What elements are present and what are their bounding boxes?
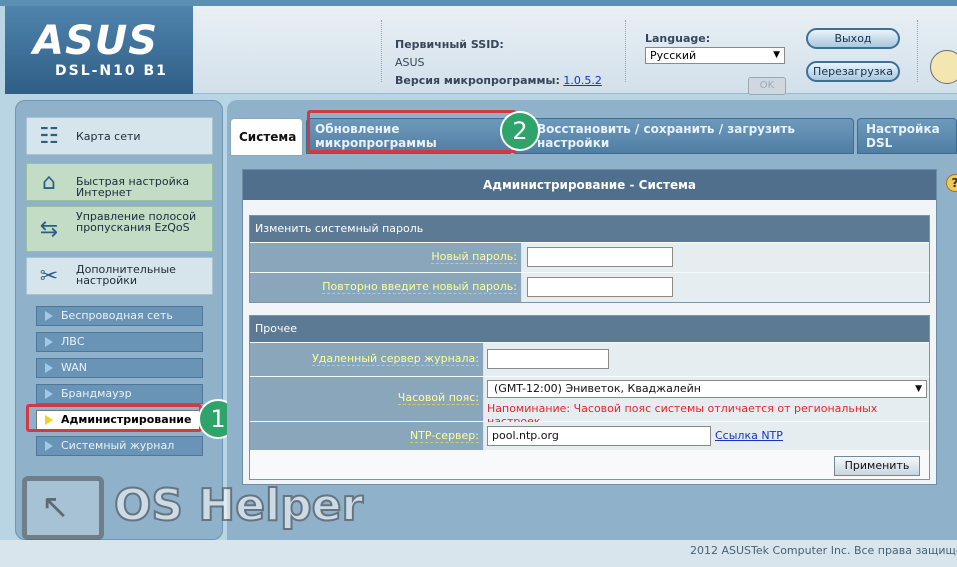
- firmware-label: Версия микропрограммы:: [395, 74, 560, 87]
- watermark-text: OS Helper: [113, 479, 364, 532]
- timezone-row: Часовой пояс: (GMT-12:00) Эниветок, Квад…: [250, 377, 929, 428]
- network-map-icon: ☷: [39, 124, 59, 149]
- sidebar-item-label: Дополнительные настройки: [76, 263, 176, 287]
- header: ASUS DSL-N10 B1 Первичный SSID: ASUS Вер…: [5, 6, 957, 95]
- annotation-number-2: 2: [500, 111, 540, 151]
- sidebar-item-label: Управление полосой пропускания EzQoS: [76, 210, 197, 234]
- asus-logo: ASUS: [33, 18, 159, 64]
- sidebar-item-quick-setup[interactable]: ⌂ Быстрая настройка Интернет: [26, 163, 213, 201]
- sidebar-item-label: WAN: [61, 361, 88, 374]
- help-icon[interactable]: ?: [946, 174, 957, 192]
- tab-restore-save-upload[interactable]: Восстановить / сохранить / загрузить нас…: [514, 118, 854, 154]
- log-server-input[interactable]: [487, 349, 609, 369]
- language-select[interactable]: Русский ▼: [645, 47, 785, 64]
- sidebar-item-firewall[interactable]: Брандмауэр: [36, 384, 203, 404]
- dropdown-arrow-icon: ▼: [773, 50, 780, 60]
- ssid-label: Первичный SSID:: [395, 38, 504, 51]
- sidebar-item-label: Беспроводная сеть: [61, 309, 173, 322]
- section-header: Прочее: [250, 316, 929, 342]
- sidebar-item-wan[interactable]: WAN: [36, 358, 203, 378]
- logo-area: ASUS DSL-N10 B1: [5, 6, 193, 94]
- language-block: Language: Русский ▼ OK: [645, 32, 786, 95]
- tab-dsl-settings[interactable]: Настройка DSL: [857, 118, 957, 154]
- apply-button[interactable]: Применить: [834, 456, 920, 476]
- arrow-right-icon: [45, 441, 53, 451]
- ssid-info: Первичный SSID: ASUS Версия микропрограм…: [395, 36, 602, 90]
- timezone-value: (GMT-12:00) Эниветок, Кваджалейн: [494, 382, 701, 395]
- copyright-footer: 2012 ASUSTek Computer Inc. Все права защ…: [690, 544, 957, 557]
- log-server-row: Удаленный сервер журнала:: [250, 343, 929, 376]
- arrow-right-icon: [45, 337, 53, 347]
- dropdown-arrow-icon: ▼: [915, 384, 922, 394]
- sidebar: ☷ Карта сети ⌂ Быстрая настройка Интерне…: [15, 100, 223, 540]
- log-server-label: Удаленный сервер журнала:: [312, 352, 479, 366]
- arrow-right-icon: [45, 311, 53, 321]
- password-section: Изменить системный пароль Новый пароль: …: [249, 215, 930, 303]
- header-separator: [917, 20, 918, 82]
- sidebar-item-network-map[interactable]: ☷ Карта сети: [26, 117, 213, 155]
- sidebar-item-wireless[interactable]: Беспроводная сеть: [36, 306, 203, 326]
- sidebar-item-lan[interactable]: ЛВС: [36, 332, 203, 352]
- qos-icon: ⇆: [39, 217, 59, 242]
- section-header: Изменить системный пароль: [250, 216, 929, 242]
- model-name: DSL-N10 B1: [55, 63, 168, 79]
- header-separator: [625, 20, 626, 82]
- watermark-logo-icon: ↖: [22, 476, 104, 540]
- annotation-highlight-administration: [26, 404, 202, 432]
- sidebar-item-label: ЛВС: [61, 335, 85, 348]
- new-password-row: Новый пароль:: [250, 243, 929, 272]
- annotation-highlight-firmware-tab: [307, 110, 517, 153]
- ssid-value: ASUS: [395, 56, 425, 69]
- sidebar-item-advanced[interactable]: ✂ Дополнительные настройки: [26, 257, 213, 295]
- tools-icon: ✂: [39, 264, 59, 289]
- ntp-row: NTP-сервер: pool.ntp.org Ссылка NTP: [250, 422, 929, 450]
- ntp-server-input[interactable]: pool.ntp.org: [487, 426, 711, 446]
- reboot-button[interactable]: Перезагрузка: [806, 61, 900, 82]
- panel-title: Администрирование - Система: [243, 170, 936, 200]
- repeat-password-label: Повторно введите новый пароль:: [322, 280, 517, 294]
- language-value: Русский: [650, 49, 697, 62]
- avatar-icon: [930, 50, 957, 84]
- repeat-password-row: Повторно введите новый пароль:: [250, 273, 929, 302]
- sidebar-item-label: Брандмауэр: [61, 387, 132, 400]
- timezone-label: Часовой пояс:: [397, 391, 479, 405]
- sidebar-item-system-log[interactable]: Системный журнал: [36, 436, 203, 456]
- arrow-right-icon: [45, 363, 53, 373]
- sidebar-item-label: Системный журнал: [61, 439, 175, 452]
- ntp-label: NTP-сервер:: [409, 429, 479, 443]
- admin-panel: Администрирование - Система Изменить сис…: [242, 169, 937, 485]
- timezone-select[interactable]: (GMT-12:00) Эниветок, Кваджалейн ▼: [487, 380, 927, 398]
- arrow-right-icon: [45, 389, 53, 399]
- router-icon: ⌂: [42, 170, 56, 195]
- new-password-label: Новый пароль:: [431, 250, 517, 264]
- other-section: Прочее Удаленный сервер журнала: Часовой…: [249, 315, 930, 480]
- sidebar-item-label: Карта сети: [76, 130, 141, 143]
- tab-system[interactable]: Система: [230, 118, 303, 156]
- ntp-link[interactable]: Ссылка NTP: [715, 429, 783, 442]
- logout-button[interactable]: Выход: [806, 28, 900, 49]
- header-separator: [381, 20, 382, 82]
- firmware-version-link[interactable]: 1.0.5.2: [563, 74, 601, 87]
- watermark: ↖ OS Helper: [22, 476, 364, 546]
- sidebar-item-label: Быстрая настройка Интернет: [76, 175, 190, 199]
- new-password-input[interactable]: [527, 247, 673, 267]
- repeat-password-input[interactable]: [527, 277, 673, 297]
- sidebar-item-ezqos[interactable]: ⇆ Управление полосой пропускания EzQoS: [26, 206, 213, 252]
- language-label: Language:: [645, 32, 711, 45]
- language-ok-button[interactable]: OK: [748, 77, 786, 95]
- cursor-arrow-icon: ↖: [41, 487, 70, 527]
